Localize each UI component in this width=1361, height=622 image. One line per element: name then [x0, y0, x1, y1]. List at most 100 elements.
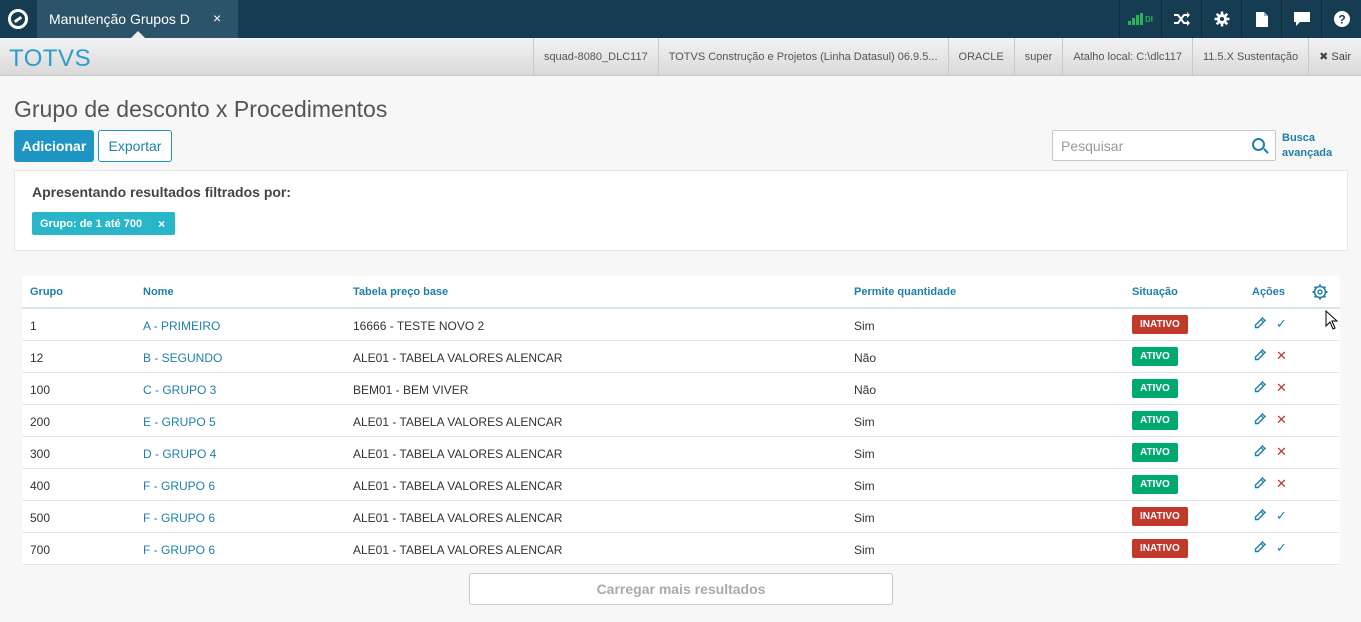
cell-nome-link[interactable]: F - GRUPO 6 — [143, 479, 215, 493]
cell-nome-link[interactable]: A - PRIMEIRO — [143, 319, 220, 333]
header-permite[interactable]: Permite quantidade — [854, 286, 956, 298]
deactivate-x-icon[interactable]: ✕ — [1276, 476, 1287, 492]
logout-button[interactable]: ✖ Sair — [1308, 38, 1361, 75]
header-nome[interactable]: Nome — [143, 286, 174, 298]
cell-grupo: 200 — [30, 415, 51, 429]
signal-icon[interactable]: DI — [1119, 0, 1161, 38]
search-icon[interactable] — [1252, 138, 1265, 151]
top-bar: Manutenção Grupos D × DI ? — [0, 0, 1361, 38]
filter-chip: Grupo: de 1 até 700 × — [32, 212, 176, 235]
cell-nome-link[interactable]: C - GRUPO 3 — [143, 383, 216, 397]
edit-pencil-icon[interactable] — [1254, 413, 1266, 427]
shuffle-icon[interactable] — [1161, 0, 1201, 38]
load-more-button[interactable]: Carregar mais resultados — [469, 573, 893, 605]
search-input[interactable] — [1053, 131, 1243, 160]
cell-permite: Sim — [854, 543, 875, 557]
cell-permite: Sim — [854, 511, 875, 525]
header-situacao[interactable]: Situação — [1132, 286, 1178, 298]
tab-label: Manutenção Grupos D — [49, 11, 190, 27]
shortcut-info: Atalho local: C:\dlc117 — [1062, 38, 1192, 75]
cell-permite: Não — [854, 351, 877, 365]
logo-icon[interactable] — [0, 0, 36, 38]
header-grupo[interactable]: Grupo — [30, 286, 63, 298]
signal-label: DI — [1145, 14, 1153, 24]
cell-permite: Sim — [854, 319, 875, 333]
cell-nome-link[interactable]: F - GRUPO 6 — [143, 543, 215, 557]
cell-tabela: ALE01 - TABELA VALORES ALENCAR — [353, 447, 563, 461]
filter-chip-label: Grupo: de 1 até 700 — [40, 217, 143, 230]
table-row[interactable]: 300 D - GRUPO 4 ALE01 - TABELA VALORES ALE… — [22, 437, 1340, 469]
cell-grupo: 1 — [30, 319, 37, 333]
cell-permite: Sim — [854, 447, 875, 461]
edit-pencil-icon[interactable] — [1254, 381, 1266, 395]
cell-permite: Sim — [854, 415, 875, 429]
cell-grupo: 100 — [30, 383, 51, 397]
search-box — [1052, 130, 1276, 161]
filter-title: Apresentando resultados filtrados por: — [32, 184, 292, 200]
header-tabela[interactable]: Tabela preço base — [353, 286, 448, 298]
cell-nome-link[interactable]: D - GRUPO 4 — [143, 447, 216, 461]
cell-grupo: 300 — [30, 447, 51, 461]
session-info: squad-8080_DLC117 TOTVS Construção e Pro… — [532, 38, 1361, 75]
advanced-search-link[interactable]: Busca avançada — [1282, 131, 1344, 161]
cell-tabela: ALE01 - TABELA VALORES ALENCAR — [353, 479, 563, 493]
deactivate-x-icon[interactable]: ✕ — [1276, 348, 1287, 364]
table-header: Grupo Nome Tabela preço base Permite qua… — [22, 276, 1340, 309]
cell-tabela: ALE01 - TABELA VALORES ALENCAR — [353, 351, 563, 365]
table-row[interactable]: 12 B - SEGUNDO ALE01 - TABELA VALORES ALEN… — [22, 341, 1340, 373]
edit-pencil-icon[interactable] — [1254, 541, 1266, 555]
version-info: 11.5.X Sustentação — [1191, 38, 1308, 75]
table-row[interactable]: 200 E - GRUPO 5 ALE01 - TABELA VALORES ALE… — [22, 405, 1340, 437]
activate-check-icon[interactable]: ✓ — [1276, 540, 1287, 556]
status-badge: ATIVO — [1132, 475, 1178, 494]
activate-check-icon[interactable]: ✓ — [1276, 316, 1287, 332]
database-info: ORACLE — [947, 38, 1014, 75]
edit-pencil-icon[interactable] — [1254, 317, 1266, 331]
deactivate-x-icon[interactable]: ✕ — [1276, 444, 1287, 460]
export-button[interactable]: Exportar — [98, 130, 172, 162]
cell-tabela: ALE01 - TABELA VALORES ALENCAR — [353, 415, 563, 429]
column-settings-gear-icon[interactable] — [1312, 284, 1328, 300]
advanced-search-label: Busca avançada — [1282, 132, 1333, 159]
cell-permite: Sim — [854, 479, 875, 493]
mouse-cursor-icon — [1325, 310, 1339, 330]
edit-pencil-icon[interactable] — [1254, 477, 1266, 491]
table-row[interactable]: 100 C - GRUPO 3 BEM01 - BEM VIVER Não ATIVO ✕ — [22, 373, 1340, 405]
deactivate-x-icon[interactable]: ✕ — [1276, 412, 1287, 428]
table-row[interactable]: 500 F - GRUPO 6 ALE01 - TABELA VALORES ALE… — [22, 501, 1340, 533]
activate-check-icon[interactable]: ✓ — [1276, 508, 1287, 524]
header-acoes: Ações — [1252, 286, 1286, 298]
tab-notch — [131, 31, 145, 38]
table-row[interactable]: 1 A - PRIMEIRO 16666 - TESTE NOVO 2 Sim INAT… — [22, 309, 1340, 341]
product-info: TOTVS Construção e Projetos (Linha Datas… — [657, 38, 948, 75]
info-bar: TOTVS squad-8080_DLC117 TOTVS Construção… — [0, 38, 1361, 76]
edit-pencil-icon[interactable] — [1254, 445, 1266, 459]
tab-close-icon[interactable]: × — [213, 10, 221, 26]
cell-tabela: ALE01 - TABELA VALORES ALENCAR — [353, 543, 563, 557]
server-info: squad-8080_DLC117 — [532, 38, 658, 75]
tab-manutencao-grupos[interactable]: Manutenção Grupos D × — [37, 0, 238, 38]
status-badge: ATIVO — [1132, 443, 1178, 462]
svg-text:?: ? — [1338, 13, 1345, 27]
add-button[interactable]: Adicionar — [14, 130, 94, 162]
table-row[interactable]: 700 F - GRUPO 6 ALE01 - TABELA VALORES ALE… — [22, 533, 1340, 565]
cell-nome-link[interactable]: F - GRUPO 6 — [143, 511, 215, 525]
edit-pencil-icon[interactable] — [1254, 349, 1266, 363]
cell-nome-link[interactable]: B - SEGUNDO — [143, 351, 222, 365]
chat-icon[interactable] — [1281, 0, 1321, 38]
status-badge: ATIVO — [1132, 379, 1178, 398]
gear-icon[interactable] — [1201, 0, 1241, 38]
cell-nome-link[interactable]: E - GRUPO 5 — [143, 415, 216, 429]
deactivate-x-icon[interactable]: ✕ — [1276, 380, 1287, 396]
status-badge: INATIVO — [1132, 507, 1188, 526]
filter-chip-close-icon[interactable]: × — [158, 217, 165, 231]
cell-grupo: 700 — [30, 543, 51, 557]
help-icon[interactable]: ? — [1321, 0, 1361, 38]
document-icon[interactable] — [1241, 0, 1281, 38]
brand-logo: TOTVS — [9, 45, 92, 72]
cell-tabela: ALE01 - TABELA VALORES ALENCAR — [353, 511, 563, 525]
edit-pencil-icon[interactable] — [1254, 509, 1266, 523]
table-row[interactable]: 400 F - GRUPO 6 ALE01 - TABELA VALORES ALE… — [22, 469, 1340, 501]
cell-grupo: 12 — [30, 351, 44, 365]
top-icons: DI ? — [1119, 0, 1361, 38]
